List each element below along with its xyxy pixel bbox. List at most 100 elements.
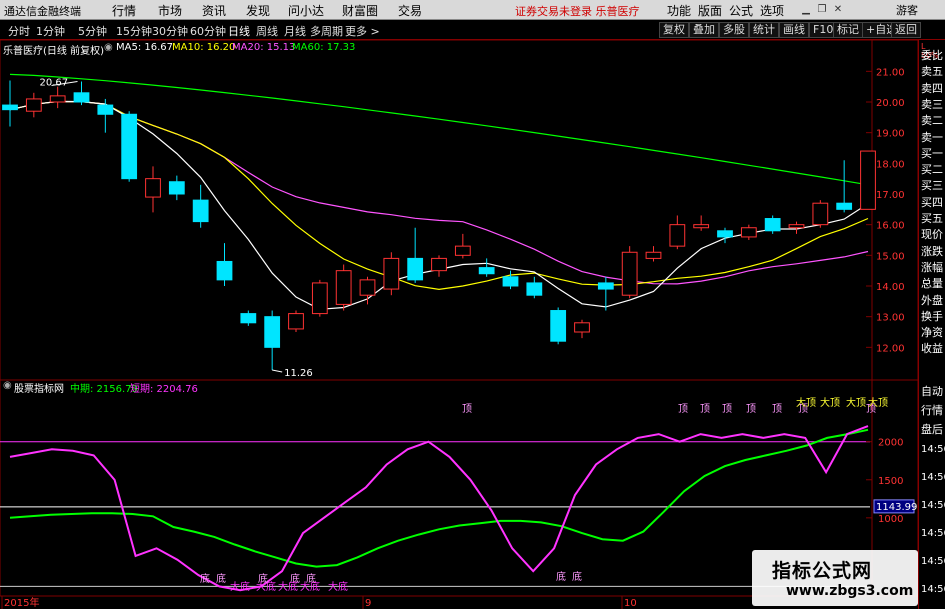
top-signal-label: 大顶 [796, 396, 816, 409]
tick-time: 14:56 [921, 500, 945, 511]
tick-time: 14:56 [921, 472, 945, 483]
bottom-signal-label: 大底 [230, 580, 250, 593]
quote-label: 收益 [921, 342, 943, 356]
candle-up [145, 178, 161, 198]
low-price-label: 11.26 [284, 368, 313, 379]
stock-chart[interactable]: 20.67 11.26 21.00 20.00 19.00 18.00 17.00 16.0… [0, 0, 945, 609]
candle-down [121, 113, 138, 180]
candle-up [454, 245, 471, 256]
top-signal-label: 顶 [678, 403, 688, 415]
price-tick-label: 12.00 [876, 343, 905, 354]
quote-label: 卖二 [921, 114, 943, 128]
candle-down [97, 104, 114, 115]
price-tick-label: 19.00 [876, 129, 905, 140]
quote-label: 卖三 [921, 97, 943, 111]
bottom-signal-label: 底 [200, 572, 210, 585]
top-signal-label: 顶 [772, 403, 782, 415]
quote-label: 卖五 [921, 65, 943, 79]
price-tick-label: 14.00 [876, 282, 905, 293]
bottom-signal-label: 大底 [300, 580, 320, 593]
quote-label: 行情 [921, 404, 943, 417]
candle-up [359, 279, 376, 296]
top-signal-label: 顶 [700, 403, 710, 415]
date-label: 2015年 [4, 596, 39, 609]
price-tick-label: 18.00 [876, 159, 905, 170]
top-signal-label: 顶 [722, 403, 732, 415]
bottom-signal-label: 底 [556, 570, 566, 583]
quote-label: 净资 [921, 326, 943, 340]
sub-tick-label: 1000 [878, 514, 903, 525]
bottom-signal-label: 大底 [328, 580, 348, 593]
candle-up [645, 251, 662, 259]
top-signal-label: 大顶 [846, 396, 866, 409]
candle-up [860, 150, 876, 210]
top-signal-label: 大顶 [820, 396, 840, 409]
price-tick-label: 17.00 [876, 190, 905, 201]
top-signal-label: 顶 [746, 403, 756, 415]
candle-up [788, 224, 805, 229]
candle-up [574, 322, 590, 333]
candle-down [216, 260, 233, 281]
quote-label: 委比 [921, 49, 943, 62]
price-tick-label: 16.00 [876, 221, 905, 232]
candle-up [25, 98, 42, 112]
quote-label: 买五 [921, 212, 943, 225]
tick-time: 14:56 [921, 528, 945, 539]
quote-label: 涨跌 [921, 244, 943, 258]
ma5-line [9, 100, 869, 310]
date-label: 9 [365, 598, 371, 609]
series-short-term-line [9, 425, 869, 592]
candle-down [478, 267, 495, 275]
quote-label: 自动 [921, 385, 943, 398]
high-price-label: 20.67 [40, 77, 69, 88]
candle-up [740, 227, 757, 238]
candle-down [764, 218, 781, 232]
price-axis: 21.00 20.00 19.00 18.00 17.00 16.00 15.00 14.00… [876, 67, 905, 354]
candle-down [836, 202, 853, 210]
quote-label: 买四 [921, 195, 943, 209]
sub-tick-label: 1500 [878, 476, 903, 487]
price-tick-label: 15.00 [876, 251, 905, 262]
candle-down [502, 276, 519, 287]
sub-indicator-lines [9, 425, 869, 592]
candlestick-series [2, 80, 876, 371]
candle-down [526, 282, 543, 296]
candle-up [431, 257, 447, 272]
low-pointer [272, 369, 283, 373]
price-tick-label: 21.00 [876, 67, 905, 78]
quote-label: 换手 [921, 309, 943, 323]
quote-label: 买一 [921, 146, 943, 160]
quote-label: 卖一 [921, 130, 943, 144]
candle-down [407, 257, 424, 281]
candle-up [49, 95, 66, 103]
candle-down [73, 92, 90, 103]
candle-down [550, 310, 567, 342]
quote-label: 买三 [921, 179, 943, 193]
sub-tick-label: 2000 [878, 438, 903, 449]
candle-up [669, 224, 686, 247]
candle-up [335, 270, 352, 305]
watermark-url: www.zbgs3.com [786, 583, 914, 599]
quote-label: 外盘 [921, 293, 943, 307]
reference-value-label: 1143.99 [876, 502, 917, 513]
quote-label: 现价 [921, 228, 943, 242]
candle-up [311, 282, 328, 315]
quote-label: 总量 [921, 277, 943, 291]
candle-down [240, 313, 257, 324]
candle-up [812, 202, 829, 226]
sub-axis: 2000 1500 10001143.99 [873, 438, 917, 525]
top-signal-label: 顶 [462, 403, 472, 415]
tick-time: 14:56 [921, 444, 945, 455]
price-tick-label: 20.00 [876, 98, 905, 109]
candle-down [597, 282, 614, 290]
quote-label: 卖四 [921, 81, 943, 95]
candle-up [383, 257, 400, 290]
bottom-signal-label: 底 [216, 572, 226, 585]
quote-label: 涨幅 [921, 260, 943, 274]
candle-down [192, 199, 209, 223]
candle-down [2, 104, 18, 111]
candle-down [717, 230, 733, 238]
bottom-signal-label: 大底 [256, 580, 276, 593]
candle-up [693, 224, 710, 229]
main-panel-border [0, 39, 919, 381]
